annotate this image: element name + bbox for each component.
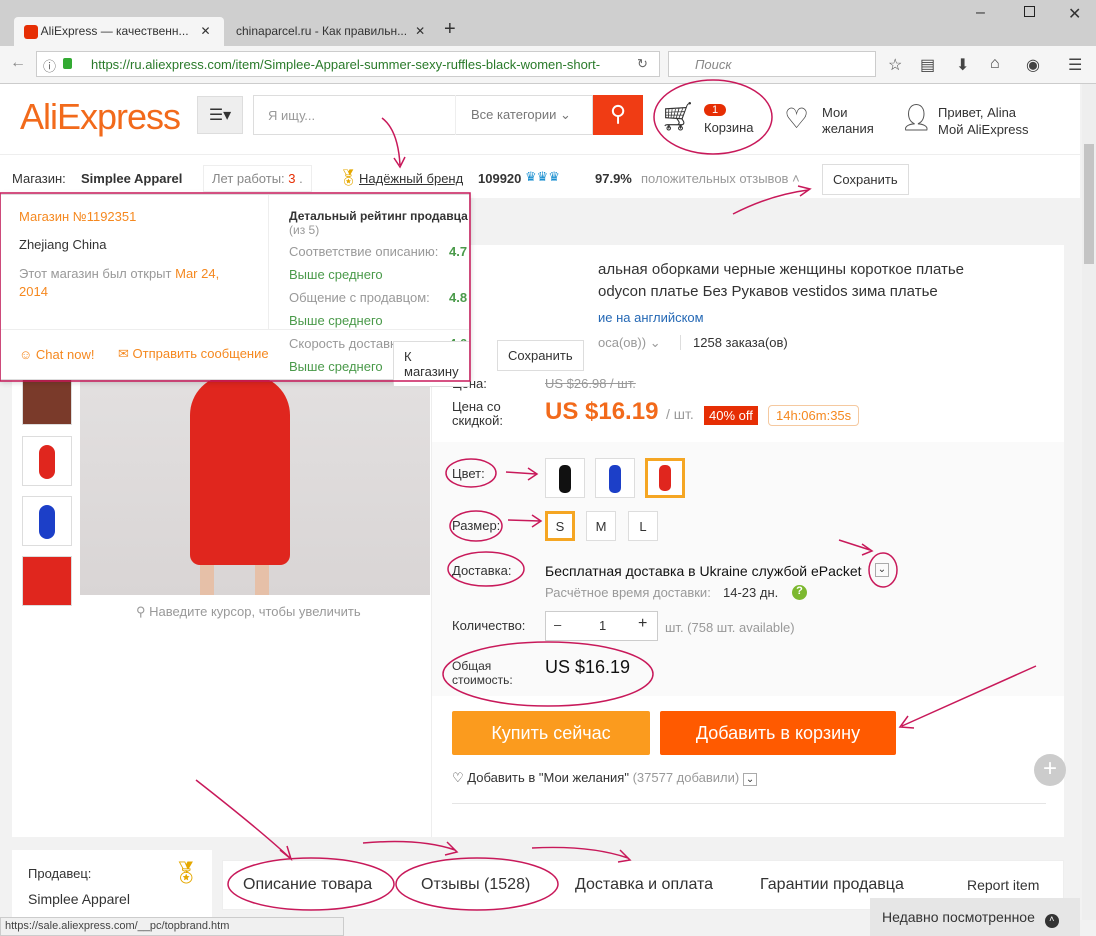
annotation-overlay	[0, 79, 1037, 911]
annotation-reviews-circle	[395, 857, 559, 911]
annotation-cart-circle	[653, 79, 773, 155]
annotation-arrow	[531, 846, 632, 863]
annotation-shipping-circle	[447, 551, 525, 587]
annotation-arrow	[732, 185, 812, 215]
annotation-arrow	[838, 539, 874, 556]
annotation-arrow	[898, 665, 1037, 729]
annotation-total-circle	[442, 641, 654, 707]
annotation-dropdown-circle	[868, 552, 898, 588]
annotation-size-circle	[449, 510, 503, 542]
annotation-arrow	[195, 779, 293, 862]
annotation-arrow	[507, 514, 543, 528]
annotation-arrow	[362, 840, 459, 856]
annotation-color-circle	[445, 458, 497, 488]
annotation-arrow	[505, 467, 539, 481]
annotation-arrow	[381, 117, 406, 169]
annotation-popup-frame	[0, 192, 471, 382]
annotation-description-circle	[227, 857, 395, 911]
